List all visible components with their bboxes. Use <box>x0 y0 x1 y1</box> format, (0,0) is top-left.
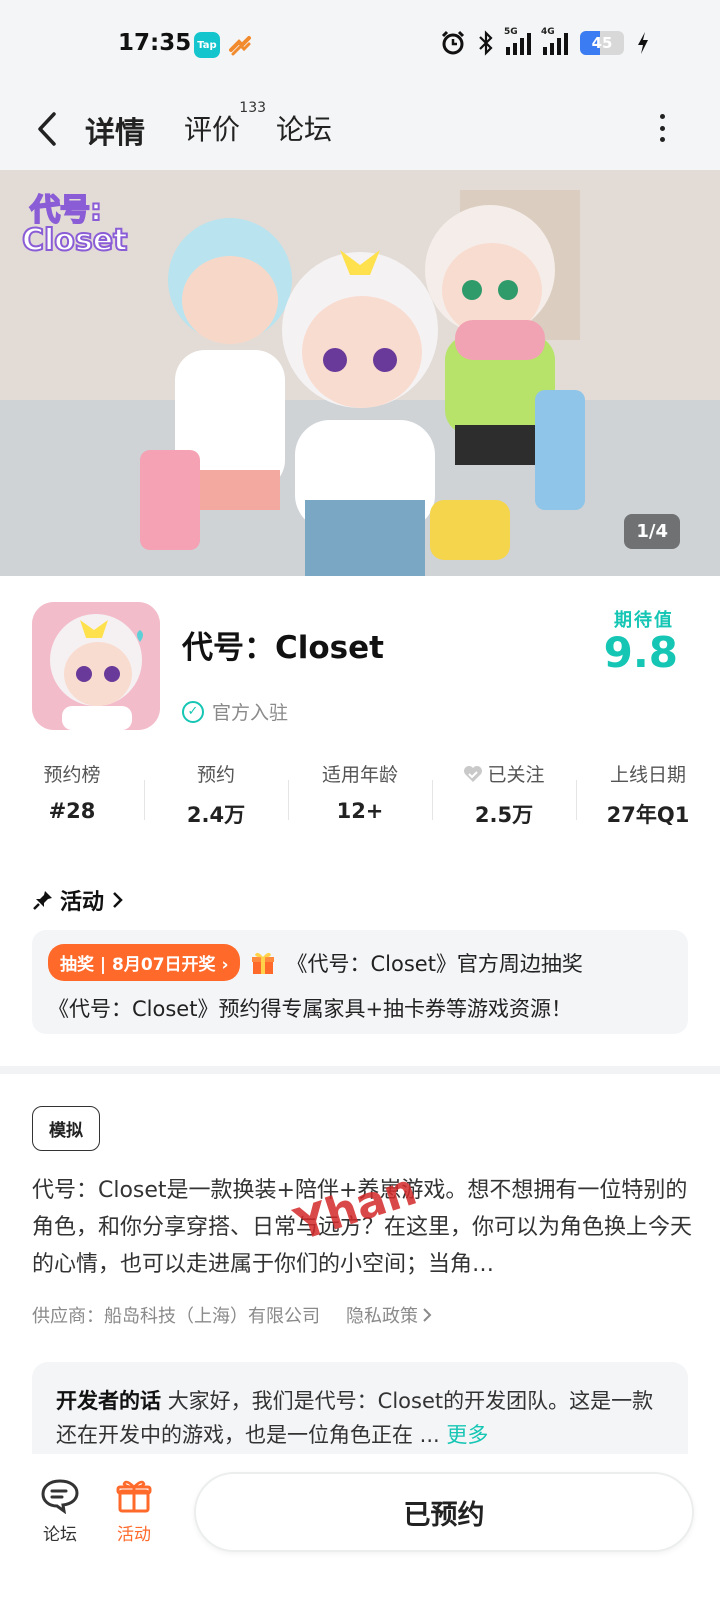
more-options-icon[interactable] <box>652 108 672 148</box>
chevron-right-icon <box>113 892 123 908</box>
developer-note-card[interactable]: 开发者的话 大家好，我们是代号：Closet的开发团队。这是一款还在开发中的游戏… <box>32 1362 688 1462</box>
gift-box-icon <box>116 1480 152 1513</box>
signal-4g-icon: 4G <box>541 27 568 55</box>
activity-line1: 《代号：Closet》官方周边抽奖 <box>286 951 583 976</box>
activity-header[interactable]: 活动 <box>32 884 126 916</box>
chevron-right-icon <box>423 1308 432 1322</box>
privacy-label: 隐私政策 <box>346 1306 418 1327</box>
official-verified: ✓ 官方入驻 <box>182 698 288 725</box>
orange-app-icon <box>229 36 251 56</box>
activity-title: 活动 <box>60 890 105 915</box>
tab-review-label: 评价 <box>184 113 241 146</box>
bottom-action-bar: 论坛 活动 已预约 <box>0 1454 720 1600</box>
bottom-forum-button[interactable]: 论坛 <box>40 1478 80 1545</box>
developer-note-title: 开发者的话 <box>56 1389 161 1413</box>
stat-value: #28 <box>48 799 96 823</box>
bottom-activity-button[interactable]: 活动 <box>116 1478 152 1545</box>
banner-carousel[interactable]: 代号: Closet 1/4 <box>0 170 720 576</box>
provider-name: 供应商：船岛科技（上海）有限公司 <box>32 1306 320 1327</box>
tab-detail-label: 详情 <box>85 116 145 151</box>
battery-icon: 45 <box>580 31 624 55</box>
stat-reserve-rank[interactable]: 预约榜 #28 <box>0 760 144 840</box>
stat-release-date: 上线日期 27年Q1 <box>576 760 720 840</box>
forum-chat-icon <box>41 1479 79 1514</box>
stat-reservations: 预约 2.4万 <box>144 760 288 840</box>
stat-value: 12+ <box>336 799 384 823</box>
stat-label: 预约 <box>196 764 235 786</box>
top-navigation: 详情 评价 133 论坛 <box>0 90 720 170</box>
charging-icon <box>638 32 648 54</box>
stat-divider <box>288 780 289 820</box>
bottom-activity-label: 活动 <box>117 1525 151 1545</box>
tab-detail[interactable]: 详情 <box>82 108 150 152</box>
lottery-badge: 抽奖 | 8月07日开奖 › <box>48 944 241 981</box>
genre-tag[interactable]: 模拟 <box>32 1106 100 1151</box>
official-label: 官方入驻 <box>212 702 289 724</box>
reserved-button[interactable]: 已预约 <box>194 1472 694 1552</box>
review-count-badge: 133 <box>239 100 267 116</box>
stat-value: 2.5万 <box>474 803 534 827</box>
bluetooth-icon <box>479 30 493 56</box>
stat-followers[interactable]: 已关注 2.5万 <box>432 760 576 840</box>
developer-note-more-link[interactable]: 更多 <box>446 1423 488 1447</box>
game-app-icon <box>32 602 160 730</box>
expectation-score: 9.8 <box>603 628 678 677</box>
back-arrow-icon[interactable] <box>30 104 70 154</box>
stat-age-rating[interactable]: 适用年龄 12+ <box>288 760 432 840</box>
stat-label: 上线日期 <box>609 764 686 786</box>
stat-value: 27年Q1 <box>606 803 690 827</box>
watermark-text: Yhan <box>288 1164 423 1240</box>
tab-review[interactable]: 评价 133 <box>184 100 266 148</box>
privacy-policy-link[interactable]: 隐私政策 <box>346 1302 432 1328</box>
stat-label: 已关注 <box>487 764 545 786</box>
taptap-app-icon: Tap <box>194 32 220 58</box>
activity-line2: 《代号：Closet》预约得专属家具+抽卡券等游戏资源！ <box>48 997 573 1021</box>
app-info-section: 代号：Closet ✓ 官方入驻 期待值 9.8 <box>0 576 720 736</box>
pin-icon <box>33 891 52 910</box>
tab-forum[interactable]: 论坛 <box>276 108 332 148</box>
stat-label: 适用年龄 <box>321 764 398 786</box>
stat-divider <box>432 780 433 820</box>
heart-check-icon <box>464 765 483 782</box>
status-icons: 5G 4G 45 <box>440 27 650 56</box>
stat-divider <box>144 780 145 820</box>
status-bar: 17:35 Tap 5G 4G 45 <box>0 0 720 90</box>
signal-5g-icon: 5G <box>504 27 531 55</box>
tab-forum-label: 论坛 <box>276 113 333 146</box>
app-title: 代号：Closet <box>182 630 384 666</box>
stat-divider <box>576 780 577 820</box>
banner-image: 代号: Closet <box>0 170 720 576</box>
bottom-forum-label: 论坛 <box>43 1525 77 1545</box>
activity-card[interactable]: 抽奖 | 8月07日开奖 › 《代号：Closet》官方周边抽奖 《代号：Clo… <box>32 930 688 1034</box>
gift-icon <box>252 952 275 974</box>
stats-row: 预约榜 #28 预约 2.4万 适用年龄 12+ 已关注 2.5万 上线日期 2… <box>0 760 720 840</box>
watermark: Yhan <box>288 1164 423 1240</box>
banner-logo-line2: Closet <box>22 223 127 258</box>
verified-check-icon: ✓ <box>182 700 204 723</box>
status-time: 17:35 <box>118 30 192 56</box>
alarm-icon <box>441 30 465 55</box>
provider-row: 供应商：船岛科技（上海）有限公司 隐私政策 <box>32 1302 432 1328</box>
section-divider <box>0 1066 720 1074</box>
battery-level: 45 <box>591 34 613 52</box>
banner-page-counter: 1/4 <box>624 514 680 549</box>
stat-label: 预约榜 <box>43 764 101 786</box>
stat-value: 2.4万 <box>186 803 246 827</box>
